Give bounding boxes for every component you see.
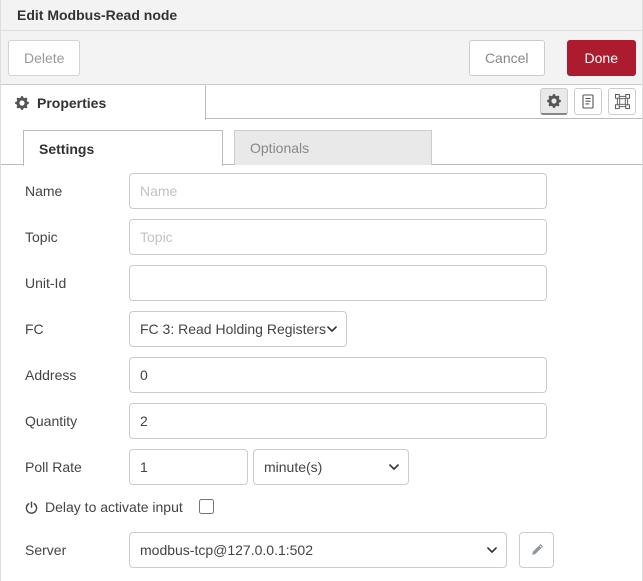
chevron-down-icon [327, 326, 337, 333]
pollrate-label: Poll Rate [25, 449, 82, 485]
settings-tabbar: Settings Optionals [1, 130, 642, 165]
gear-icon [547, 94, 561, 108]
gear-icon [15, 96, 29, 110]
properties-gear-button[interactable] [540, 88, 568, 115]
power-icon [25, 501, 38, 514]
tab-properties-label: Properties [37, 95, 106, 111]
tab-settings-label: Settings [39, 141, 94, 157]
name-label: Name [25, 173, 62, 209]
delay-label-text: Delay to activate input [45, 499, 183, 515]
server-label: Server [25, 532, 66, 568]
tray-icon-buttons [540, 88, 636, 115]
topic-row: Topic [1, 219, 643, 255]
done-button[interactable]: Done [567, 40, 636, 76]
chevron-down-icon [487, 547, 497, 554]
delete-button[interactable]: Delete [8, 40, 80, 76]
edit-modbus-read-dialog: Edit Modbus-Read node Delete Cancel Done… [0, 0, 643, 581]
pollrate-unit-value: minute(s) [264, 459, 322, 475]
server-select-value: modbus-tcp@127.0.0.1:502 [140, 542, 313, 558]
dialog-title: Edit Modbus-Read node [17, 7, 177, 23]
cancel-button[interactable]: Cancel [469, 40, 545, 76]
address-input[interactable] [129, 357, 547, 393]
fc-select-value: FC 3: Read Holding Registers [140, 321, 326, 337]
delay-checkbox[interactable] [199, 499, 214, 514]
chevron-down-icon [389, 464, 399, 471]
unitid-input[interactable] [129, 265, 547, 301]
quantity-label: Quantity [25, 403, 77, 439]
quantity-row: Quantity [1, 403, 643, 439]
tab-optionals-label: Optionals [250, 140, 309, 156]
description-button[interactable] [574, 88, 602, 115]
unitid-row: Unit-Id [1, 265, 643, 301]
description-icon [581, 94, 595, 109]
unitid-label: Unit-Id [25, 265, 66, 301]
tab-settings[interactable]: Settings [23, 130, 223, 166]
address-label: Address [25, 357, 76, 393]
name-input[interactable] [129, 173, 547, 209]
tab-properties[interactable]: Properties [1, 85, 206, 120]
server-row: Server modbus-tcp@127.0.0.1:502 [1, 532, 643, 568]
tray-tabbar: Properties [1, 85, 642, 119]
topic-label: Topic [25, 219, 58, 255]
delay-label: Delay to activate input [25, 492, 183, 522]
pollrate-row: Poll Rate minute(s) [1, 449, 643, 485]
pollrate-input[interactable] [129, 449, 248, 485]
fc-row: FC FC 3: Read Holding Registers [1, 311, 643, 347]
dialog-toolbar: Delete Cancel Done [1, 31, 642, 85]
tab-optionals[interactable]: Optionals [234, 130, 432, 165]
server-select[interactable]: modbus-tcp@127.0.0.1:502 [129, 532, 507, 568]
dialog-header: Edit Modbus-Read node [1, 0, 642, 31]
address-row: Address [1, 357, 643, 393]
quantity-input[interactable] [129, 403, 547, 439]
delay-row: Delay to activate input [1, 492, 643, 522]
pollrate-unit-select[interactable]: minute(s) [253, 449, 409, 485]
pencil-icon [530, 543, 544, 557]
server-edit-button[interactable] [519, 532, 554, 568]
appearance-icon [615, 94, 630, 109]
topic-input[interactable] [129, 219, 547, 255]
name-row: Name [1, 173, 643, 209]
fc-select[interactable]: FC 3: Read Holding Registers [129, 311, 347, 347]
fc-label: FC [25, 311, 44, 347]
appearance-button[interactable] [608, 88, 636, 115]
